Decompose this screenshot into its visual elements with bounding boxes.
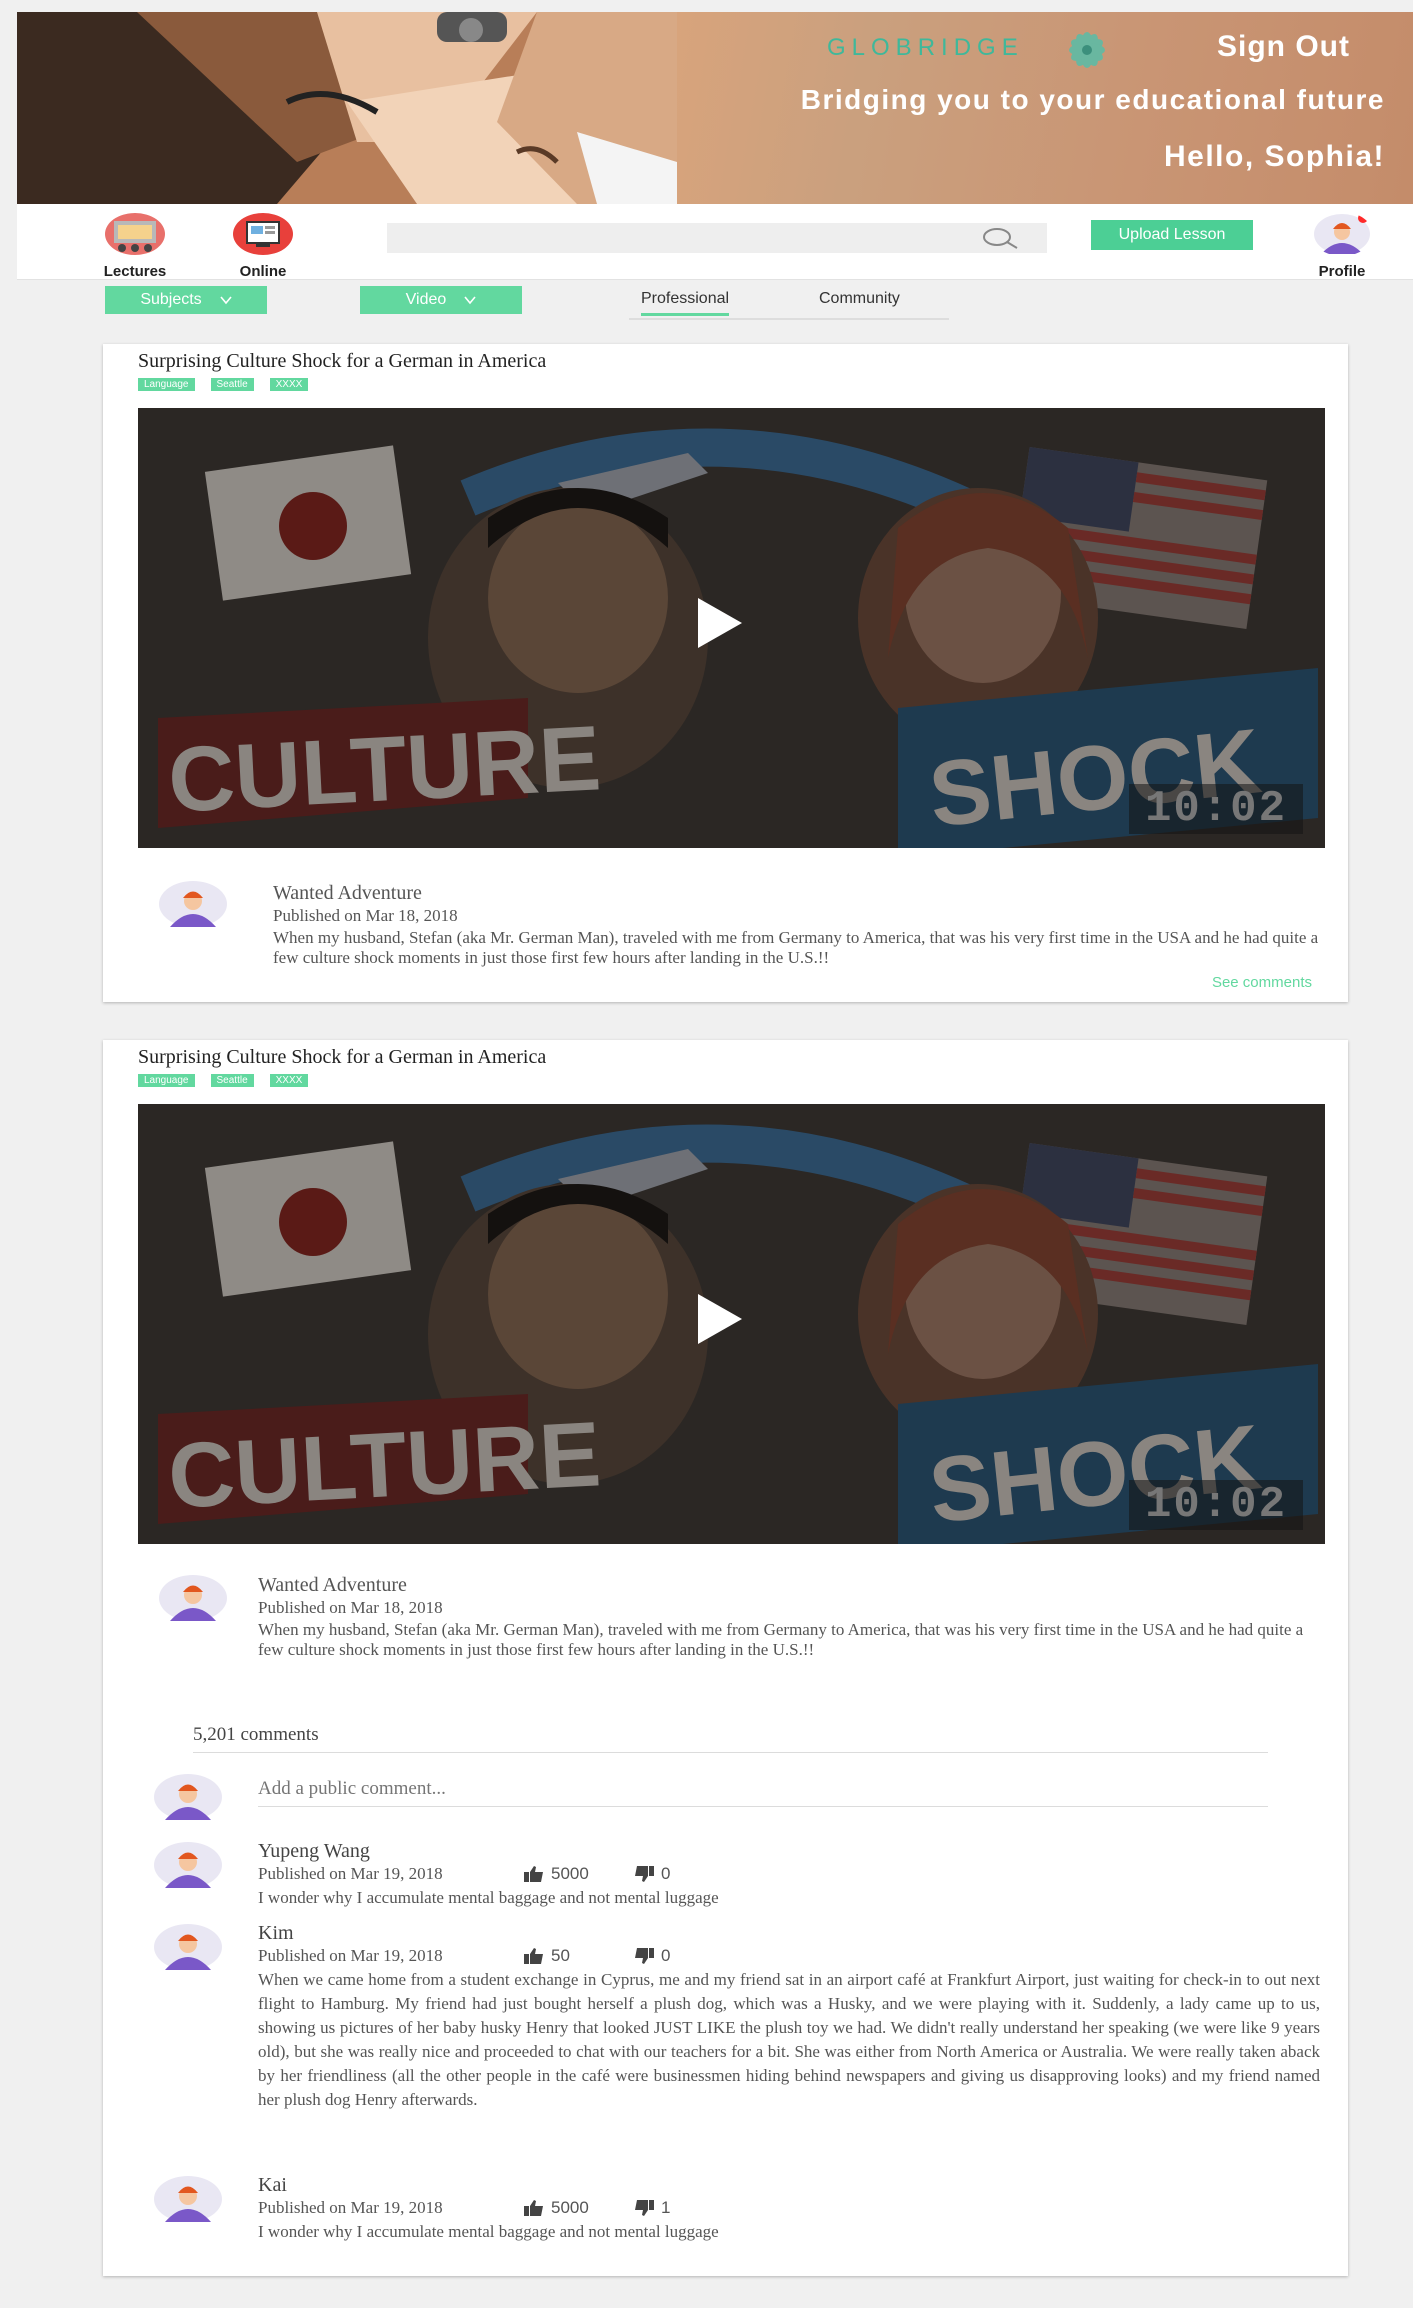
commenter-avatar bbox=[154, 1842, 222, 1888]
thumbs-up-icon bbox=[524, 2200, 543, 2216]
profile-avatar-icon bbox=[1314, 213, 1370, 254]
video-dropdown[interactable]: Video bbox=[360, 286, 522, 314]
flower-logo-icon bbox=[1069, 32, 1105, 68]
post-author[interactable]: Wanted Adventure bbox=[258, 1574, 407, 1597]
comments-count: 5,201 comments bbox=[193, 1724, 319, 1745]
post-tags: Language Seattle XXXX bbox=[138, 378, 309, 391]
tab-community[interactable]: Community bbox=[819, 290, 900, 308]
divider bbox=[193, 1752, 1268, 1753]
search-input[interactable] bbox=[387, 223, 1047, 253]
post-title[interactable]: Surprising Culture Shock for a German in… bbox=[138, 350, 546, 373]
dislike-button[interactable]: 0 bbox=[633, 1946, 670, 1966]
nav-online-label: Online bbox=[239, 263, 287, 280]
commenter-avatar bbox=[154, 2176, 222, 2222]
divider bbox=[258, 1806, 1268, 1807]
nav-profile-label: Profile bbox=[1318, 263, 1366, 280]
dislike-count: 0 bbox=[661, 1864, 671, 1883]
dislike-count: 1 bbox=[661, 2198, 671, 2217]
tag[interactable]: XXXX bbox=[269, 1074, 309, 1087]
commenter-name[interactable]: Kim bbox=[258, 1922, 294, 1945]
author-avatar bbox=[159, 1575, 227, 1621]
comment-date: Published on Mar 19, 2018 bbox=[258, 1946, 443, 1965]
post-date: Published on Mar 18, 2018 bbox=[258, 1598, 443, 1617]
tag[interactable]: XXXX bbox=[269, 378, 309, 391]
post-date: Published on Mar 18, 2018 bbox=[273, 906, 458, 925]
post-title[interactable]: Surprising Culture Shock for a German in… bbox=[138, 1046, 546, 1069]
commenter-name[interactable]: Yupeng Wang bbox=[258, 1840, 370, 1863]
video-player[interactable]: CULTURE SHOCK 10:02 bbox=[138, 1104, 1325, 1544]
video-thumbnail: CULTURE SHOCK bbox=[138, 408, 1325, 848]
chevron-down-icon bbox=[464, 296, 476, 305]
nav-lectures[interactable]: Lectures bbox=[90, 212, 180, 280]
search-icon[interactable] bbox=[980, 226, 1020, 250]
see-comments-link[interactable]: See comments bbox=[1212, 974, 1312, 991]
like-button[interactable]: 5000 bbox=[523, 2198, 589, 2218]
like-count: 5000 bbox=[551, 1864, 589, 1883]
nav-lectures-label: Lectures bbox=[103, 263, 167, 280]
post-description: When my husband, Stefan (aka Mr. German … bbox=[258, 1620, 1304, 1659]
nav-online[interactable]: Online bbox=[218, 212, 308, 280]
post-card: Surprising Culture Shock for a German in… bbox=[103, 344, 1348, 1002]
post-description: When my husband, Stefan (aka Mr. German … bbox=[273, 928, 1319, 967]
thumbs-down-icon bbox=[635, 2200, 654, 2216]
sign-out-link[interactable]: Sign Out bbox=[1217, 30, 1350, 64]
thumbs-down-icon bbox=[635, 1866, 654, 1882]
comment-text: I wonder why I accumulate mental baggage… bbox=[258, 1888, 719, 1907]
tag[interactable]: Seattle bbox=[210, 1074, 254, 1087]
video-thumbnail: CULTURE SHOCK bbox=[138, 1104, 1325, 1544]
author-avatar bbox=[159, 881, 227, 927]
like-count: 50 bbox=[551, 1946, 570, 1965]
tag[interactable]: Language bbox=[138, 1074, 195, 1087]
nav-profile[interactable]: Profile bbox=[1297, 212, 1387, 280]
online-icon bbox=[233, 213, 293, 255]
like-button[interactable]: 50 bbox=[523, 1946, 570, 1966]
commenter-name[interactable]: Kai bbox=[258, 2174, 287, 2197]
page: GLOBRIDGE Sign Out Bridging you to your … bbox=[17, 12, 1413, 2308]
add-comment-input[interactable] bbox=[258, 1778, 1268, 1800]
post-author[interactable]: Wanted Adventure bbox=[273, 882, 422, 905]
video-player[interactable]: CULTURE SHOCK 10:02 bbox=[138, 408, 1325, 848]
hands-image bbox=[17, 12, 677, 204]
lectures-icon bbox=[105, 213, 165, 255]
dislike-button[interactable]: 0 bbox=[633, 1864, 670, 1884]
content-tabs: Professional Community bbox=[629, 290, 949, 320]
hero-banner: GLOBRIDGE Sign Out Bridging you to your … bbox=[17, 12, 1413, 204]
dislike-count: 0 bbox=[661, 1946, 671, 1965]
greeting: Hello, Sophia! bbox=[1163, 140, 1385, 173]
upload-lesson-button[interactable]: Upload Lesson bbox=[1091, 220, 1253, 250]
tab-professional[interactable]: Professional bbox=[641, 290, 730, 316]
thumbs-down-icon bbox=[635, 1948, 654, 1964]
thumbs-up-icon bbox=[524, 1948, 543, 1964]
subjects-dropdown[interactable]: Subjects bbox=[105, 286, 267, 314]
video-duration: 10:02 bbox=[1128, 1480, 1303, 1530]
subjects-dropdown-label: Subjects bbox=[140, 291, 202, 308]
like-count: 5000 bbox=[551, 2198, 589, 2217]
video-dropdown-label: Video bbox=[405, 291, 447, 308]
commenter-avatar bbox=[154, 1924, 222, 1970]
tag[interactable]: Seattle bbox=[210, 378, 254, 391]
comment-text: I wonder why I accumulate mental baggage… bbox=[258, 2222, 719, 2241]
user-avatar bbox=[154, 1774, 222, 1820]
tagline: Bridging you to your educational future bbox=[800, 84, 1385, 115]
tag[interactable]: Language bbox=[138, 378, 195, 391]
post-tags: Language Seattle XXXX bbox=[138, 1074, 309, 1087]
like-button[interactable]: 5000 bbox=[523, 1864, 589, 1884]
brand-name: GLOBRIDGE bbox=[827, 34, 1024, 61]
comment-text: When we came home from a student exchang… bbox=[258, 1970, 1320, 2109]
video-duration: 10:02 bbox=[1128, 784, 1303, 834]
chevron-down-icon bbox=[220, 296, 232, 305]
thumbs-up-icon bbox=[524, 1866, 543, 1882]
dislike-button[interactable]: 1 bbox=[633, 2198, 670, 2218]
comment-date: Published on Mar 19, 2018 bbox=[258, 2198, 443, 2217]
comment-date: Published on Mar 19, 2018 bbox=[258, 1864, 443, 1883]
post-card: Surprising Culture Shock for a German in… bbox=[103, 1040, 1348, 2276]
